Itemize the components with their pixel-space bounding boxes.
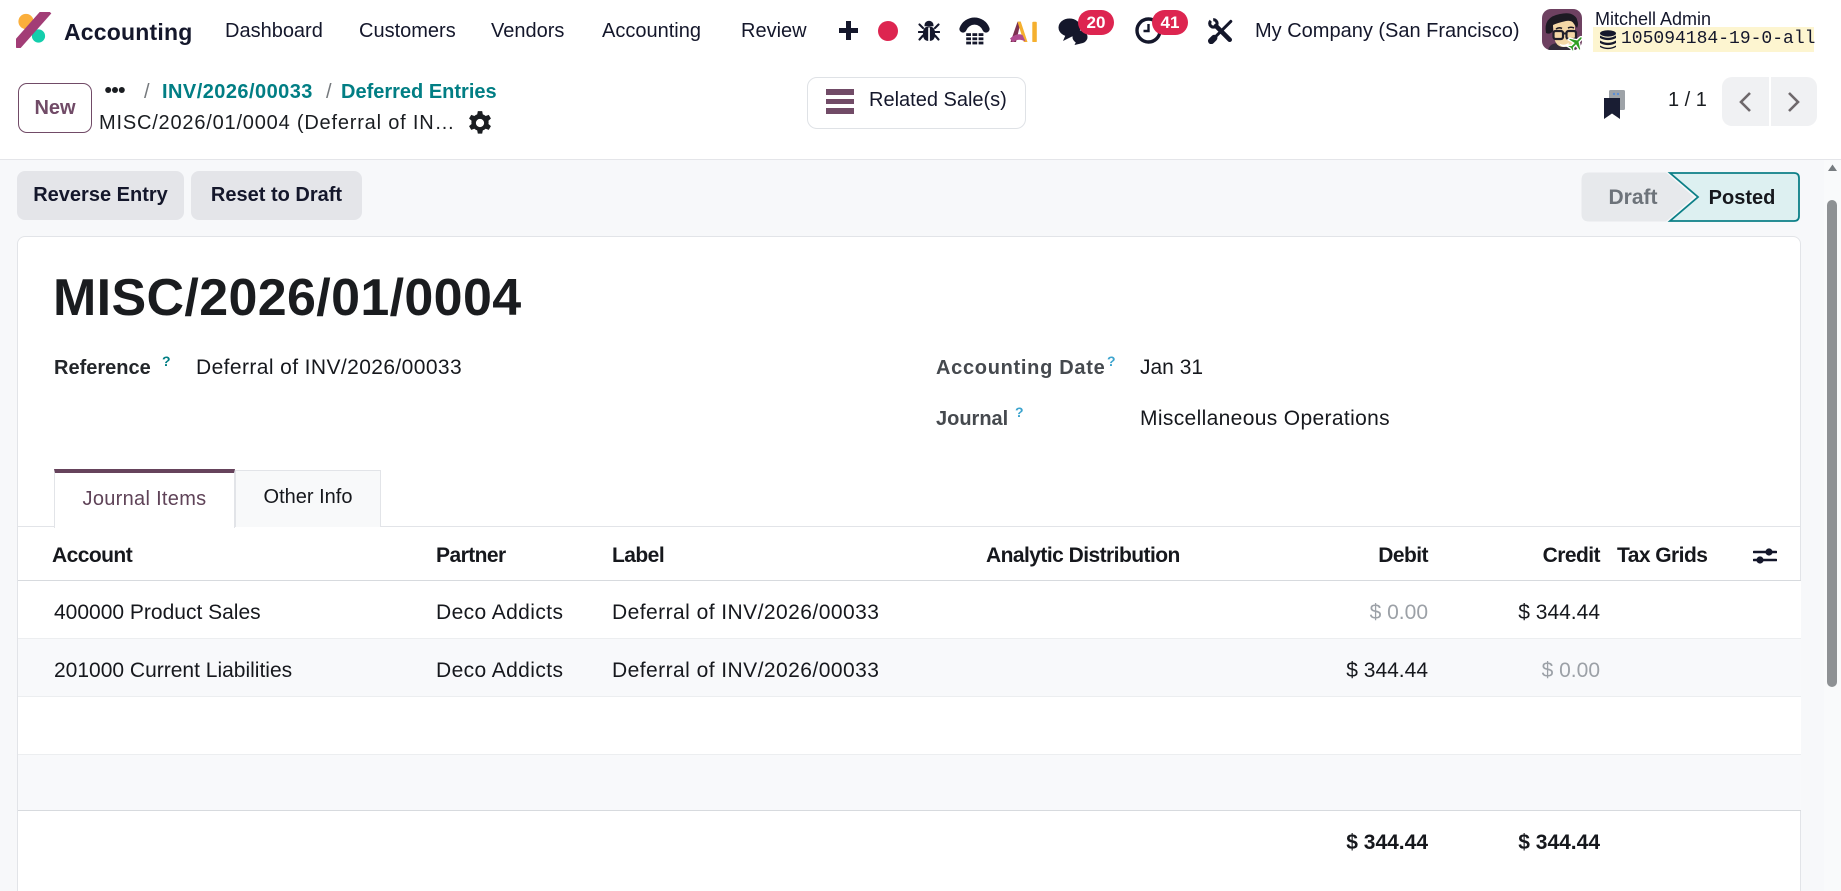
- svg-text:Draft: Draft: [1608, 186, 1657, 209]
- svg-text:Posted: Posted: [1709, 187, 1776, 209]
